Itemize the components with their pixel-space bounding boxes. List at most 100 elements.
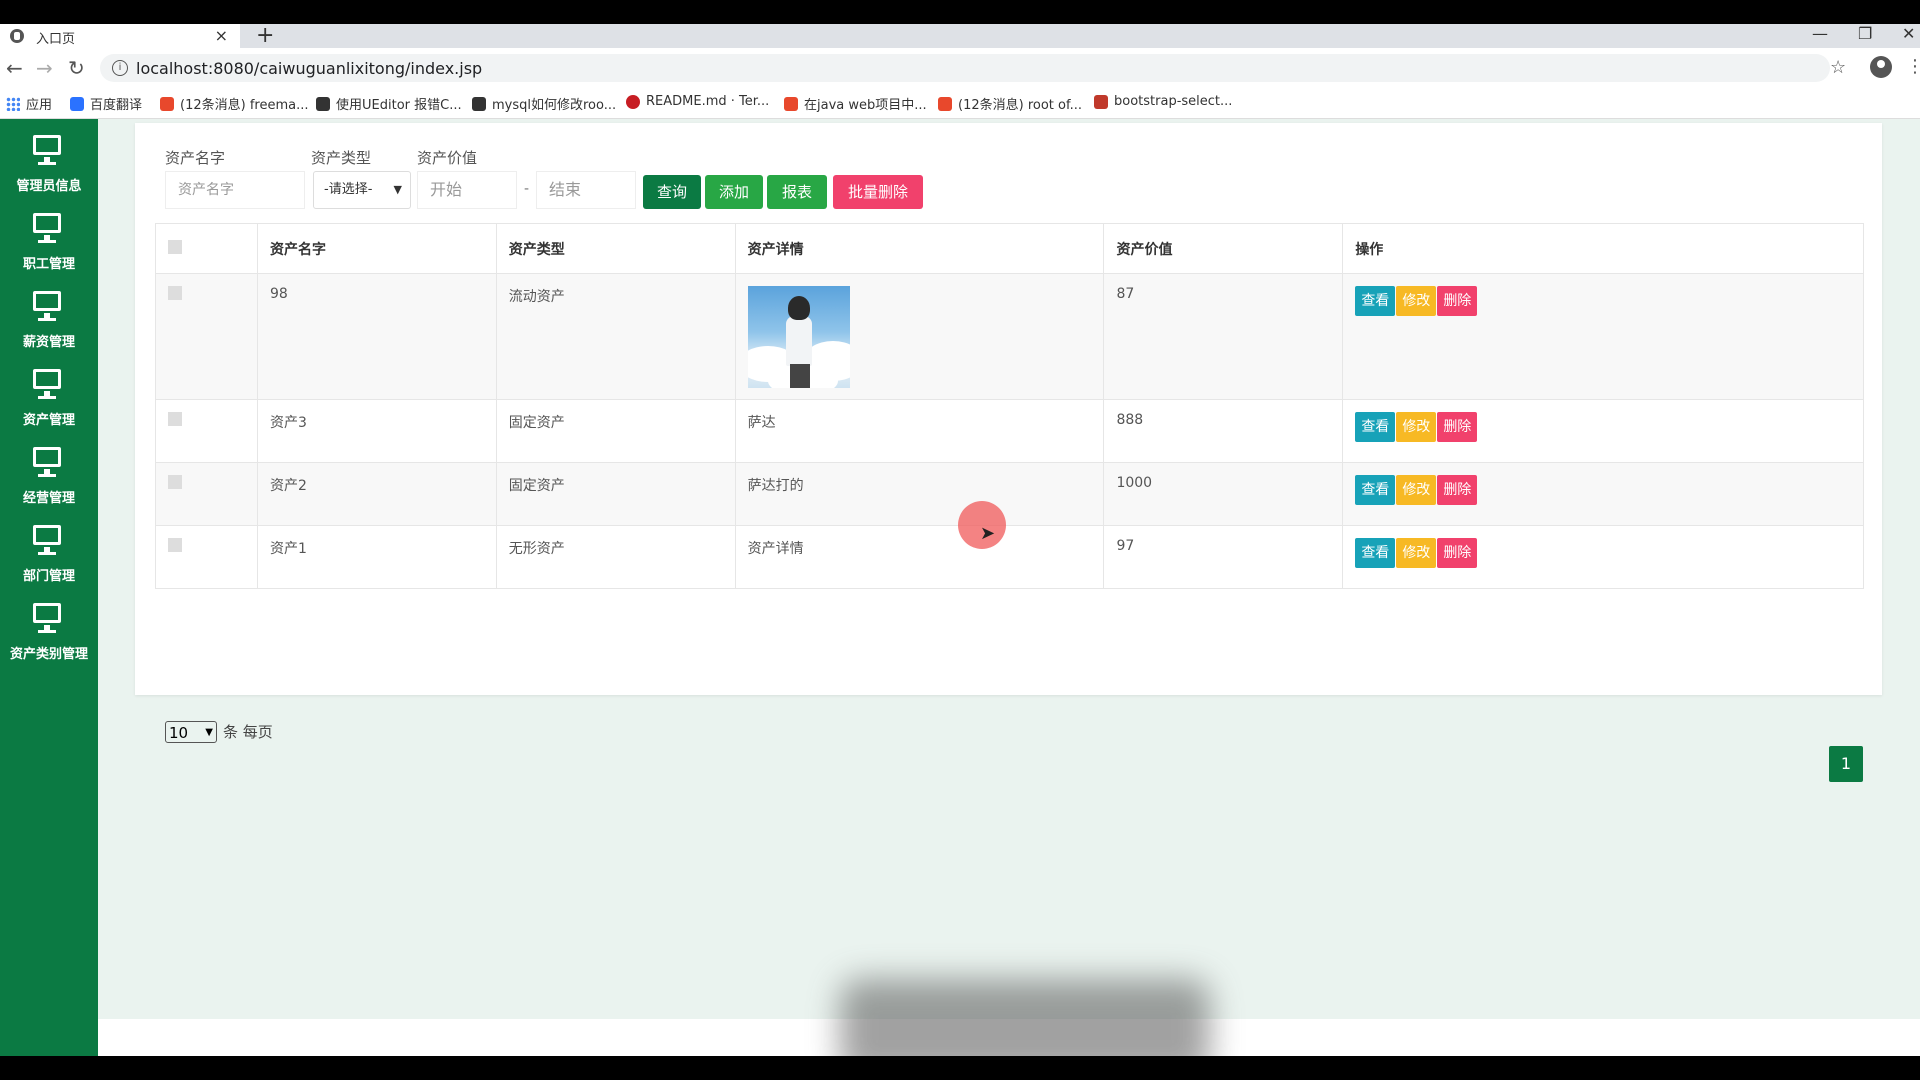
- delete-button[interactable]: 删除: [1437, 286, 1478, 316]
- new-tab-button[interactable]: +: [256, 23, 274, 48]
- monitor-icon: [33, 291, 61, 321]
- asset-name-label: 资产名字: [165, 149, 226, 167]
- chevron-down-icon: ▼: [393, 183, 402, 196]
- bookmark-item[interactable]: (12条消息) freema...: [160, 94, 308, 113]
- restore-icon[interactable]: ❐: [1858, 24, 1872, 48]
- view-button[interactable]: 查看: [1355, 412, 1396, 442]
- bookmarks-bar: 应用 百度翻译 (12条消息) freema... 使用UEditor 报错C.…: [0, 88, 1920, 119]
- bookmark-item[interactable]: 在java web项目中...: [784, 94, 927, 113]
- edit-button[interactable]: 修改: [1396, 538, 1437, 568]
- site-info-icon[interactable]: i: [112, 60, 128, 76]
- asset-type-cell: 流动资产: [495, 273, 736, 400]
- csdn-icon: [160, 96, 174, 111]
- report-button[interactable]: 报表: [767, 175, 827, 209]
- bookmark-item[interactable]: 使用UEditor 报错C...: [316, 94, 462, 113]
- browser-tab[interactable]: 入口页 ×: [0, 24, 240, 48]
- monitor-icon: [33, 603, 61, 633]
- asset-detail-cell: 萨达: [734, 399, 1105, 463]
- asset-type-cell: 固定资产: [495, 399, 736, 463]
- tab-close-icon[interactable]: ×: [215, 26, 228, 45]
- page-size-select[interactable]: 10 ▼: [165, 721, 217, 743]
- asset-type-cell: 固定资产: [495, 462, 736, 526]
- bookmark-item[interactable]: (12条消息) root of...: [938, 94, 1082, 113]
- asset-name-cell: 资产1: [256, 525, 497, 589]
- table-row: 98 流动资产 87 查看 修改 删除: [155, 273, 1864, 400]
- asset-name-input[interactable]: 资产名字: [165, 171, 305, 209]
- back-arrow-icon[interactable]: ←: [6, 56, 23, 80]
- view-button[interactable]: 查看: [1355, 286, 1396, 316]
- window-close-icon[interactable]: ✕: [1902, 24, 1915, 48]
- reload-icon[interactable]: ↻: [68, 56, 85, 80]
- site-icon: [316, 96, 330, 111]
- forward-arrow-icon[interactable]: →: [36, 56, 53, 80]
- asset-name-cell: 资产2: [256, 462, 497, 526]
- chevron-down-icon: ▼: [205, 727, 213, 738]
- view-button[interactable]: 查看: [1355, 475, 1396, 505]
- row-checkbox[interactable]: [168, 538, 182, 552]
- address-bar[interactable]: i localhost:8080/caiwuguanlixitong/index…: [100, 54, 1830, 82]
- asset-name-cell: 98: [256, 273, 497, 400]
- gitee-icon: [626, 94, 640, 109]
- bookmark-item[interactable]: 百度翻译: [70, 94, 142, 113]
- csdn-icon: [938, 96, 952, 111]
- browser-toolbar: ← → ↻ i localhost:8080/caiwuguanlixitong…: [0, 48, 1920, 88]
- delete-button[interactable]: 删除: [1437, 475, 1478, 505]
- bookmark-item[interactable]: README.md · Ter...: [626, 94, 769, 109]
- bookmark-item[interactable]: bootstrap-select...: [1094, 94, 1232, 109]
- search-button[interactable]: 查询: [643, 175, 701, 209]
- table-row: 资产1 无形资产 资产详情 97 查看 修改 删除: [155, 525, 1864, 589]
- sidebar-item-departments[interactable]: 部门管理: [0, 509, 98, 587]
- edit-button[interactable]: 修改: [1396, 286, 1437, 316]
- globe-icon: [10, 29, 24, 43]
- url-text: localhost:8080/caiwuguanlixitong/index.j…: [136, 59, 483, 78]
- row-checkbox[interactable]: [168, 475, 182, 489]
- range-separator: -: [524, 181, 530, 197]
- edit-button[interactable]: 修改: [1396, 412, 1437, 442]
- batch-delete-button[interactable]: 批量删除: [833, 175, 923, 209]
- translate-icon: [70, 96, 84, 111]
- per-page-label: 条 每页: [223, 723, 273, 741]
- app-area: 管理员信息 职工管理 薪资管理 资产管理 经营管理 部门管理 资产类别管理 资产…: [0, 119, 1920, 1079]
- select-all-checkbox[interactable]: [168, 239, 182, 254]
- site-icon: [472, 96, 486, 111]
- sidebar-item-assets[interactable]: 资产管理: [0, 353, 98, 431]
- bookmark-apps[interactable]: 应用: [6, 94, 52, 113]
- row-checkbox[interactable]: [168, 286, 182, 300]
- delete-button[interactable]: 删除: [1437, 538, 1478, 568]
- asset-detail-cell: 萨达打的: [734, 462, 1105, 526]
- profile-avatar-icon[interactable]: [1870, 56, 1892, 78]
- monitor-icon: [33, 447, 61, 477]
- actions-cell: 查看 修改 删除: [1342, 273, 1864, 400]
- edit-button[interactable]: 修改: [1396, 475, 1437, 505]
- sidebar-item-salary[interactable]: 薪资管理: [0, 275, 98, 353]
- bookmark-item[interactable]: mysql如何修改roo...: [472, 94, 616, 113]
- asset-name-cell: 资产3: [256, 399, 497, 463]
- browser-menu-icon[interactable]: ⋮: [1906, 56, 1920, 77]
- value-end-input[interactable]: 结束: [536, 171, 636, 209]
- sidebar-item-admin-info[interactable]: 管理员信息: [0, 119, 98, 197]
- column-header: 操作: [1342, 223, 1864, 274]
- screen-bottom-bar: [0, 1056, 1920, 1080]
- asset-detail-cell: 资产详情: [734, 525, 1105, 589]
- mouse-pointer-icon: ➤: [980, 523, 996, 544]
- view-button[interactable]: 查看: [1355, 538, 1396, 568]
- csdn-icon: [784, 96, 798, 111]
- row-checkbox[interactable]: [168, 412, 182, 426]
- content-card: 资产名字 资产名字 资产类型 -请选择- ▼ 资产价值 开始 - 结束 查询 添…: [135, 123, 1882, 782]
- minimize-icon[interactable]: —: [1812, 24, 1828, 48]
- asset-type-select[interactable]: -请选择- ▼: [313, 171, 411, 209]
- add-button[interactable]: 添加: [705, 175, 763, 209]
- sidebar-item-operations[interactable]: 经营管理: [0, 431, 98, 509]
- sidebar: 管理员信息 职工管理 薪资管理 资产管理 经营管理 部门管理 资产类别管理: [0, 119, 98, 1056]
- delete-button[interactable]: 删除: [1437, 412, 1478, 442]
- column-header: 资产名字: [256, 223, 497, 274]
- monitor-icon: [33, 525, 61, 555]
- bookmark-star-icon[interactable]: ☆: [1830, 57, 1846, 78]
- page-1-button[interactable]: 1: [1829, 746, 1863, 782]
- asset-value-label: 资产价值: [417, 149, 478, 167]
- value-start-input[interactable]: 开始: [417, 171, 517, 209]
- asset-type-label: 资产类型: [311, 149, 372, 167]
- sidebar-item-asset-categories[interactable]: 资产类别管理: [0, 587, 98, 665]
- asset-detail-image: [747, 286, 850, 388]
- sidebar-item-staff[interactable]: 职工管理: [0, 197, 98, 275]
